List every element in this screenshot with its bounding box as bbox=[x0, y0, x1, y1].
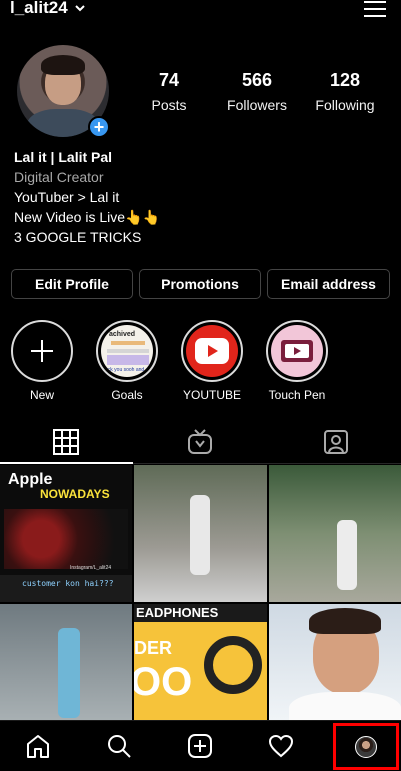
profile-name: Lal it | Lalit Pal bbox=[14, 149, 113, 165]
highlight-label: New bbox=[29, 388, 54, 402]
igtv-icon[interactable] bbox=[186, 428, 214, 456]
post-thumbnail[interactable]: EADPHONES DER OO bbox=[134, 604, 267, 720]
active-tab-indicator bbox=[0, 462, 133, 464]
bio-line: YouTuber > Lal it bbox=[14, 189, 120, 205]
profile-avatar-small bbox=[355, 736, 377, 758]
chevron-down-icon bbox=[74, 5, 85, 12]
posts-count-value: 74 bbox=[158, 70, 180, 90]
search-icon[interactable] bbox=[106, 733, 132, 759]
following-count-label: Following bbox=[315, 97, 375, 113]
grid-icon[interactable] bbox=[52, 428, 80, 456]
profile-category: Digital Creator bbox=[14, 169, 104, 185]
following-count-value: 128 bbox=[329, 70, 361, 90]
highlight-goals[interactable]: achived ..ck you sooh and Goals bbox=[92, 320, 162, 402]
followers-count-value: 566 bbox=[241, 70, 273, 90]
profile-header: l_alit24 bbox=[0, 0, 401, 20]
posts-grid: Apple NOWADAYS Instagram/L_alit24 custom… bbox=[0, 465, 401, 720]
content-tabs bbox=[0, 420, 401, 464]
bio-line: New Video is Live👆👆 bbox=[14, 209, 160, 225]
username: l_alit24 bbox=[10, 0, 68, 17]
highlight-label: Touch Pen bbox=[268, 388, 326, 402]
tagged-icon[interactable] bbox=[322, 428, 350, 456]
heart-icon[interactable] bbox=[268, 733, 294, 759]
profile-tab[interactable] bbox=[333, 723, 399, 770]
highlight-label: YOUTUBE bbox=[182, 388, 241, 402]
post-thumbnail[interactable] bbox=[269, 465, 401, 602]
post-thumbnail[interactable] bbox=[269, 604, 401, 720]
add-story-plus-icon[interactable]: + bbox=[88, 116, 110, 138]
post-thumbnail[interactable]: Apple NOWADAYS Instagram/L_alit24 custom… bbox=[0, 465, 132, 602]
post-thumbnail[interactable] bbox=[0, 604, 132, 720]
username-switcher[interactable]: l_alit24 bbox=[10, 0, 86, 18]
youtube-play-icon bbox=[195, 338, 229, 364]
post-thumbnail[interactable] bbox=[134, 465, 267, 602]
highlight-new[interactable]: New bbox=[7, 320, 77, 402]
hamburger-menu-icon[interactable] bbox=[364, 0, 386, 18]
home-icon[interactable] bbox=[25, 733, 51, 759]
bottom-navigation bbox=[0, 720, 401, 771]
followers-count-label: Followers bbox=[227, 97, 287, 113]
highlight-label: Goals bbox=[111, 388, 143, 402]
highlight-cover: achived ..ck you sooh and bbox=[101, 325, 153, 377]
highlight-youtube[interactable]: YOUTUBE bbox=[177, 320, 247, 402]
following-count[interactable]: 128 Following bbox=[300, 70, 390, 113]
promotions-button[interactable]: Promotions bbox=[139, 269, 261, 299]
posts-count[interactable]: 74 Posts bbox=[124, 70, 214, 113]
posts-count-label: Posts bbox=[151, 97, 187, 113]
highlight-touch-pen[interactable]: Touch Pen bbox=[262, 320, 332, 402]
email-address-button[interactable]: Email address bbox=[267, 269, 390, 299]
new-post-icon[interactable] bbox=[187, 733, 213, 759]
video-icon bbox=[281, 340, 313, 362]
profile-bio: Lal it | Lalit Pal Digital Creator YouTu… bbox=[14, 147, 160, 247]
bio-line: 3 GOOGLE TRICKS bbox=[14, 229, 142, 245]
edit-profile-button[interactable]: Edit Profile bbox=[11, 269, 133, 299]
followers-count[interactable]: 566 Followers bbox=[212, 70, 302, 113]
plus-icon bbox=[31, 340, 53, 362]
